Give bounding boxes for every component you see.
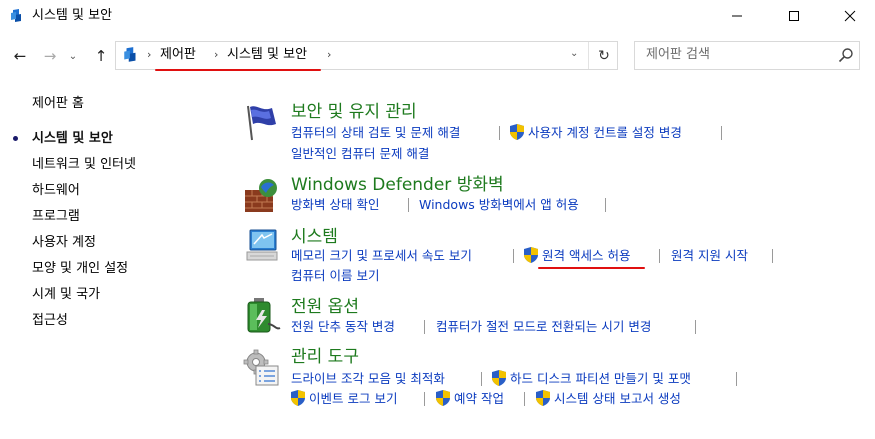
sidebar-item-hardware[interactable]: 하드웨어 — [32, 182, 80, 200]
system-computer-icon — [246, 229, 278, 261]
battery-power-icon — [247, 298, 281, 333]
firewall-icon — [245, 179, 277, 212]
link-separator — [772, 249, 773, 263]
link-separator — [499, 126, 500, 140]
admin-tools-icon — [243, 349, 279, 386]
link-separator — [424, 392, 425, 406]
breadcrumb-chevron-icon[interactable]: › — [147, 48, 151, 61]
link-task-scheduler[interactable]: 예약 작업 — [454, 390, 504, 407]
uac-shield-icon — [291, 390, 305, 406]
arrow-up-icon: ↑ — [94, 47, 108, 65]
sidebar-item-accessibility[interactable]: 접근성 — [32, 312, 68, 330]
link-separator — [513, 249, 514, 263]
maximize-button[interactable] — [771, 0, 817, 32]
annotation-underline — [538, 267, 645, 269]
link-separator — [524, 392, 525, 406]
search-icon[interactable] — [838, 47, 854, 63]
annotation-underline — [155, 69, 321, 71]
breadcrumb-chevron-icon[interactable]: › — [214, 48, 218, 61]
address-dropdown-icon[interactable]: ⌄ — [570, 48, 578, 59]
arrow-right-icon: → — [43, 47, 57, 65]
link-allow-app[interactable]: Windows 방화벽에서 앱 허용 — [419, 196, 579, 213]
link-separator — [605, 198, 606, 212]
link-event-viewer[interactable]: 이벤트 로그 보기 — [309, 390, 397, 407]
section-title-security[interactable]: 보안 및 유지 관리 — [291, 101, 417, 123]
breadcrumb-system-security[interactable]: 시스템 및 보안 — [227, 46, 307, 64]
link-separator — [736, 372, 737, 386]
uac-shield-icon — [510, 124, 524, 140]
sidebar-item-appearance[interactable]: 모양 및 개인 설정 — [32, 260, 128, 278]
link-separator — [408, 198, 409, 212]
close-icon — [844, 10, 856, 22]
flag-icon — [247, 105, 276, 141]
link-power-button[interactable]: 전원 단추 동작 변경 — [291, 318, 395, 335]
link-remote-access[interactable]: 원격 액세스 허용 — [542, 247, 630, 264]
section-title-system[interactable]: 시스템 — [291, 226, 338, 248]
link-separator — [695, 320, 696, 334]
link-review-status[interactable]: 컴퓨터의 상태 검토 및 문제 해결 — [291, 124, 460, 141]
up-button[interactable]: ↑ — [91, 46, 111, 66]
link-firewall-status[interactable]: 방화벽 상태 확인 — [291, 196, 379, 213]
link-uac-settings[interactable]: 사용자 계정 컨트롤 설정 변경 — [528, 124, 682, 141]
control-panel-icon — [11, 9, 21, 22]
sidebar-item-clock-region[interactable]: 시계 및 국가 — [32, 286, 100, 304]
link-separator — [424, 320, 425, 334]
recent-locations-button[interactable]: ⌄ — [66, 46, 80, 66]
section-title-firewall[interactable]: Windows Defender 방화벽 — [291, 174, 504, 196]
breadcrumb-chevron-icon[interactable]: › — [327, 48, 331, 61]
link-disk-partition[interactable]: 하드 디스크 파티션 만들기 및 포맷 — [510, 370, 691, 387]
sidebar-item-user-accounts[interactable]: 사용자 계정 — [32, 234, 96, 252]
back-button[interactable]: ← — [10, 46, 30, 66]
sidebar-item-home[interactable]: 제어판 홈 — [32, 95, 84, 113]
section-title-power[interactable]: 전원 옵션 — [291, 296, 359, 318]
window-title: 시스템 및 보안 — [32, 8, 113, 23]
chevron-down-icon: ⌄ — [68, 50, 78, 62]
divider — [588, 42, 589, 69]
section-title-admin-tools[interactable]: 관리 도구 — [291, 346, 359, 368]
uac-shield-icon — [536, 390, 550, 406]
refresh-icon: ↻ — [598, 48, 610, 64]
forward-button[interactable]: → — [40, 46, 60, 66]
uac-shield-icon — [524, 247, 538, 263]
arrow-left-icon: ← — [13, 47, 27, 65]
link-defragment[interactable]: 드라이브 조각 모음 및 최적화 — [291, 370, 445, 387]
uac-shield-icon — [436, 390, 450, 406]
breadcrumb-control-panel[interactable]: 제어판 — [160, 46, 196, 64]
link-separator — [721, 126, 722, 140]
minimize-button[interactable] — [714, 0, 760, 32]
link-memory-processor[interactable]: 메모리 크기 및 프로세서 속도 보기 — [291, 247, 472, 264]
sidebar-item-programs[interactable]: 프로그램 — [32, 208, 80, 226]
link-sleep-settings[interactable]: 컴퓨터가 절전 모드로 전환되는 시기 변경 — [436, 318, 651, 335]
link-troubleshoot[interactable]: 일반적인 컴퓨터 문제 해결 — [291, 145, 429, 162]
sidebar-item-system-security[interactable]: 시스템 및 보안 — [32, 130, 113, 148]
maximize-icon — [789, 11, 799, 21]
uac-shield-icon — [492, 370, 506, 386]
control-panel-icon — [124, 47, 136, 62]
refresh-button[interactable]: ↻ — [594, 46, 614, 66]
minimize-icon — [732, 15, 742, 17]
link-system-health-report[interactable]: 시스템 상태 보고서 생성 — [554, 390, 681, 407]
close-button[interactable] — [827, 0, 873, 32]
link-separator — [659, 249, 660, 263]
link-remote-assistance[interactable]: 원격 지원 시작 — [671, 247, 748, 264]
search-placeholder: 제어판 검색 — [646, 47, 710, 62]
link-separator — [481, 372, 482, 386]
link-computer-name[interactable]: 컴퓨터 이름 보기 — [291, 267, 379, 284]
sidebar-item-network[interactable]: 네트워크 및 인터넷 — [32, 156, 136, 174]
active-bullet — [13, 136, 18, 141]
